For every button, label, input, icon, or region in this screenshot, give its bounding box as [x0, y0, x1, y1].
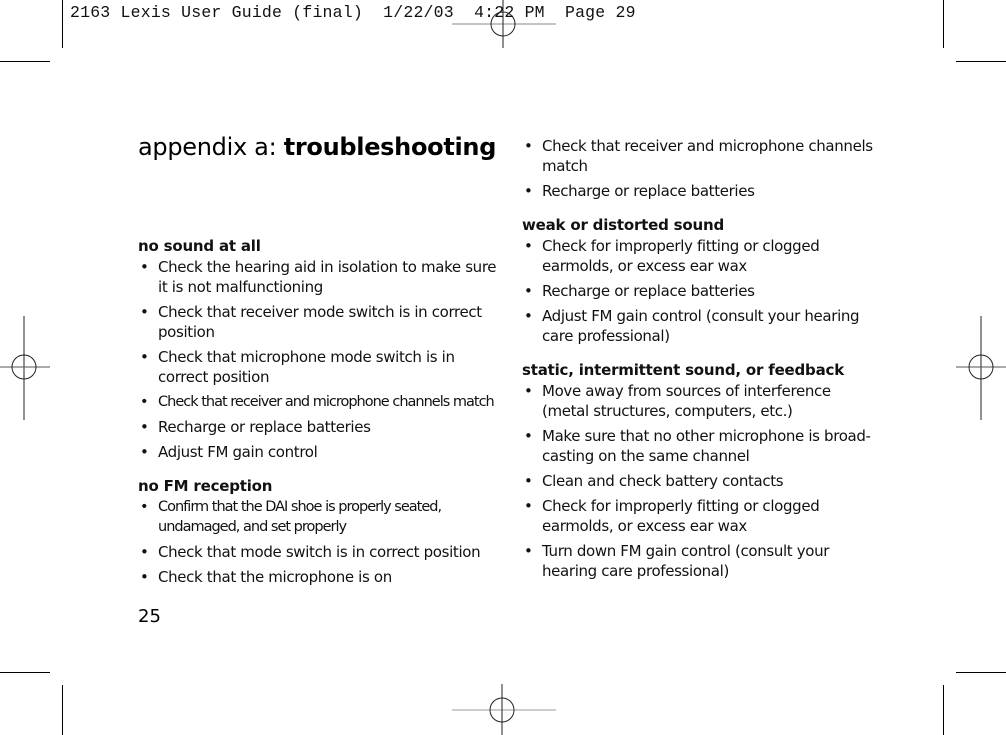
- crop-mark-top-left-vertical: [62, 0, 63, 48]
- section-continued: • Check that receiver and microphone chan…: [522, 136, 882, 201]
- registration-mark-top: [452, 0, 556, 48]
- bullet-icon: •: [524, 237, 533, 255]
- bullet-icon: •: [140, 418, 149, 436]
- bullet-list: • Confirm that the DAI shoe is properly s…: [138, 497, 498, 587]
- bullet-icon: •: [524, 427, 533, 445]
- list-item-text: Recharge or replace batteries: [542, 282, 755, 300]
- crop-mark-bottom-left-vertical: [62, 685, 63, 735]
- list-item: • Confirm that the DAI shoe is properly s…: [138, 497, 498, 537]
- registration-mark-left: [0, 316, 50, 420]
- list-item-text: Recharge or replace batteries: [158, 418, 371, 436]
- list-item: • Recharge or replace batteries: [522, 281, 882, 301]
- crop-mark-top-right-vertical: [943, 0, 944, 48]
- bullet-icon: •: [524, 282, 533, 300]
- list-item-text: Check for improperly fitting or clogged …: [542, 497, 820, 535]
- list-item: • Check that the microphone is on: [138, 567, 498, 587]
- section-heading: weak or distorted sound: [522, 216, 724, 234]
- list-item: • Check the hearing aid in isolation to m…: [138, 257, 498, 297]
- bullet-icon: •: [140, 499, 149, 515]
- list-item: • Check that mode switch is in correct po…: [138, 542, 498, 562]
- list-item: • Check that receiver and microphone chan…: [522, 136, 882, 176]
- list-item-text: Check the hearing aid in isolation to ma…: [158, 258, 497, 296]
- list-item: • Adjust FM gain control: [138, 442, 498, 462]
- page-number: 25: [138, 606, 161, 627]
- crop-mark-bottom-right-vertical: [943, 685, 944, 735]
- right-column: • Check that receiver and microphone chan…: [522, 136, 882, 595]
- bullet-icon: •: [140, 348, 149, 366]
- list-item-text: Adjust FM gain control: [158, 443, 318, 461]
- list-item: • Recharge or replace batteries: [522, 181, 882, 201]
- list-item-text: Turn down FM gain control (consult your …: [542, 542, 830, 580]
- list-item-text: Confirm that the DAI shoe is properly se…: [158, 499, 442, 535]
- bullet-icon: •: [524, 307, 533, 325]
- section-heading: static, intermittent sound, or feedback: [522, 361, 844, 379]
- list-item: • Move away from sources of interference …: [522, 381, 882, 421]
- registration-mark-bottom: [452, 684, 556, 735]
- section-heading: no sound at all: [138, 237, 261, 255]
- list-item-text: Adjust FM gain control (consult your hea…: [542, 307, 860, 345]
- bullet-icon: •: [524, 472, 533, 490]
- bullet-icon: •: [140, 303, 149, 321]
- list-item: • Recharge or replace batteries: [138, 417, 498, 437]
- page-title: appendix a: troubleshooting: [138, 133, 496, 161]
- bullet-icon: •: [524, 542, 533, 560]
- bullet-icon: •: [140, 443, 149, 461]
- list-item-text: Check for improperly fitting or clogged …: [542, 237, 820, 275]
- title-emphasis: troubleshooting: [283, 133, 497, 161]
- bullet-list: • Check that receiver and microphone chan…: [522, 136, 882, 201]
- list-item: • Check that receiver and microphone chan…: [138, 392, 498, 412]
- title-prefix: appendix a:: [138, 133, 284, 161]
- list-item: • Make sure that no other microphone is b…: [522, 426, 882, 466]
- section-heading: no FM reception: [138, 477, 273, 495]
- crop-mark-top-right-horizontal: [956, 61, 1006, 62]
- list-item-text: Check that receiver and microphone chann…: [158, 394, 495, 410]
- left-column: no sound at all • Check the hearing aid i…: [138, 236, 498, 601]
- section-static-feedback: static, intermittent sound, or feedback …: [522, 360, 882, 581]
- list-item-text: Check that receiver and microphone chann…: [542, 137, 873, 175]
- list-item-text: Move away from sources of interference (…: [542, 382, 831, 420]
- crop-mark-bottom-right-horizontal: [956, 672, 1006, 673]
- list-item: • Check for improperly fitting or clogged…: [522, 236, 882, 276]
- crop-mark-top-left-horizontal: [0, 61, 50, 62]
- bullet-list: • Check the hearing aid in isolation to m…: [138, 257, 498, 462]
- list-item-text: Check that the microphone is on: [158, 568, 392, 586]
- list-item-text: Check that receiver mode switch is in co…: [158, 303, 482, 341]
- bullet-icon: •: [524, 182, 533, 200]
- list-item: • Turn down FM gain control (consult your…: [522, 541, 882, 581]
- crop-mark-bottom-left-horizontal: [0, 672, 50, 673]
- list-item-text: Recharge or replace batteries: [542, 182, 755, 200]
- bullet-icon: •: [140, 568, 149, 586]
- list-item: • Check that receiver mode switch is in c…: [138, 302, 498, 342]
- list-item-text: Check that mode switch is in correct pos…: [158, 543, 481, 561]
- list-item-text: Make sure that no other microphone is br…: [542, 427, 871, 465]
- list-item-text: Check that microphone mode switch is in …: [158, 348, 455, 386]
- bullet-list: • Move away from sources of interference …: [522, 381, 882, 581]
- bullet-icon: •: [140, 394, 149, 410]
- section-weak-distorted-sound: weak or distorted sound • Check for impro…: [522, 215, 882, 346]
- bullet-list: • Check for improperly fitting or clogged…: [522, 236, 882, 346]
- bullet-icon: •: [524, 137, 533, 155]
- list-item: • Check that microphone mode switch is in…: [138, 347, 498, 387]
- section-no-sound: no sound at all • Check the hearing aid i…: [138, 236, 498, 462]
- list-item: • Adjust FM gain control (consult your he…: [522, 306, 882, 346]
- bullet-icon: •: [140, 258, 149, 276]
- list-item: • Check for improperly fitting or clogged…: [522, 496, 882, 536]
- bullet-icon: •: [524, 497, 533, 515]
- list-item: • Clean and check battery contacts: [522, 471, 882, 491]
- registration-mark-right: [956, 316, 1006, 420]
- bullet-icon: •: [524, 382, 533, 400]
- section-no-fm-reception: no FM reception • Confirm that the DAI sh…: [138, 476, 498, 587]
- list-item-text: Clean and check battery contacts: [542, 472, 784, 490]
- bullet-icon: •: [140, 543, 149, 561]
